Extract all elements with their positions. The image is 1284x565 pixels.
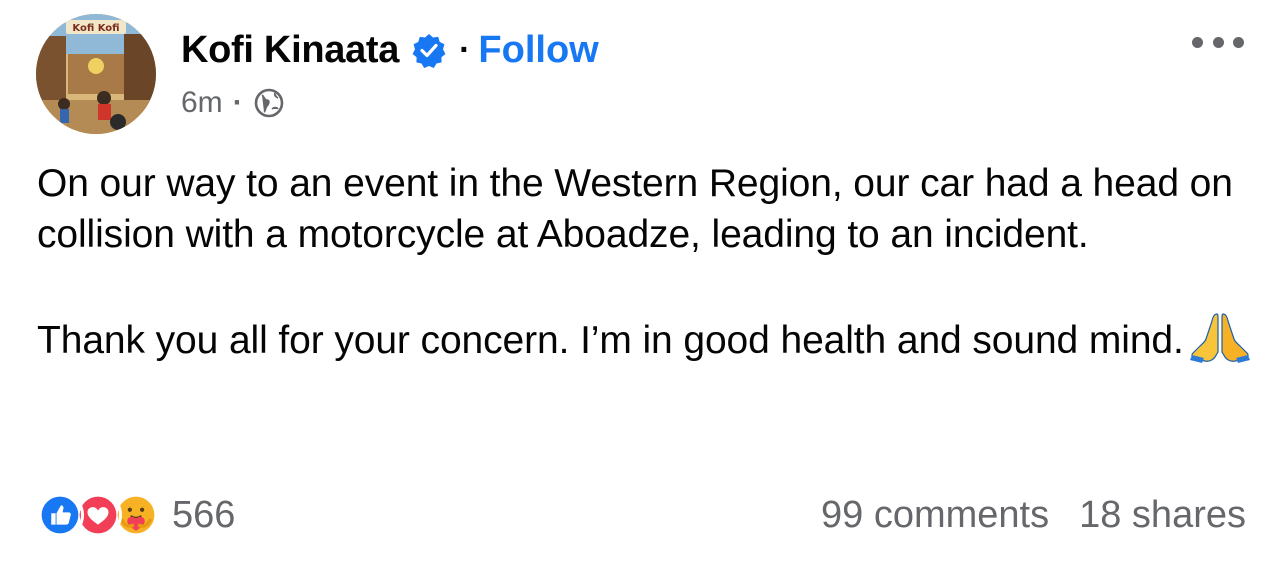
reaction-count: 566 xyxy=(172,493,236,536)
author-name[interactable]: Kofi Kinaata xyxy=(181,29,399,72)
avatar[interactable]: Kofi Kofi xyxy=(36,14,156,134)
post-meta: 6m · xyxy=(181,84,285,122)
more-dot xyxy=(1212,36,1224,48)
post-timestamp[interactable]: 6m xyxy=(181,86,223,120)
post-card: Kofi Kofi Kofi Kinaata · Follow 6m · On … xyxy=(0,0,1284,565)
like-icon xyxy=(36,491,84,539)
comments-count[interactable]: 99 comments xyxy=(821,494,1049,537)
globe-icon[interactable] xyxy=(253,87,285,119)
shares-count[interactable]: 18 shares xyxy=(1079,494,1246,537)
more-options-icon[interactable] xyxy=(1192,30,1244,54)
more-dot xyxy=(1192,36,1203,48)
meta-separator: · xyxy=(232,86,243,119)
post-header: Kofi Kinaata · Follow xyxy=(181,26,599,74)
post-paragraph: On our way to an event in the Western Re… xyxy=(37,162,1233,256)
post-body: On our way to an event in the Western Re… xyxy=(37,158,1257,366)
engagement-stats: 99 comments 18 shares xyxy=(821,490,1246,540)
avatar-image: Kofi Kofi xyxy=(36,14,156,134)
header-separator: · xyxy=(459,30,471,69)
reactions-summary[interactable]: 566 xyxy=(36,490,235,540)
post-paragraph: Thank you all for your concern. I’m in g… xyxy=(37,311,1257,366)
folded-hands-icon xyxy=(1189,311,1250,363)
svg-text:Kofi Kofi: Kofi Kofi xyxy=(72,23,119,34)
post-paragraph-text: Thank you all for your concern. I’m in g… xyxy=(37,319,1184,362)
follow-button[interactable]: Follow xyxy=(478,29,598,72)
verified-badge-icon xyxy=(411,32,447,68)
more-dot xyxy=(1233,36,1244,48)
